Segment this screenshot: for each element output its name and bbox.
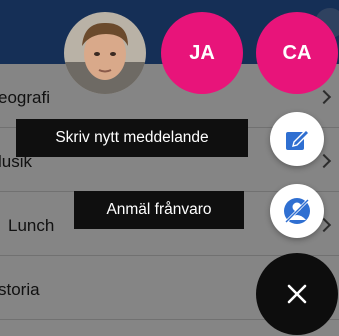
avatar-initials-ca[interactable]: CA	[256, 12, 338, 94]
profile-avatar[interactable]	[64, 12, 146, 94]
report-absence-text: Anmäl frånvaro	[106, 201, 212, 218]
avatar-initials-label: JA	[189, 41, 215, 64]
compose-icon	[286, 129, 310, 150]
absence-icon	[284, 198, 310, 224]
report-absence-button[interactable]	[270, 184, 324, 238]
compose-message-label[interactable]: Skriv nytt meddelande	[16, 119, 248, 157]
close-menu-button[interactable]	[256, 253, 338, 335]
avatar-initials-ja[interactable]: JA	[161, 12, 243, 94]
avatar-photo-icon	[64, 12, 146, 94]
compose-message-text: Skriv nytt meddelande	[55, 129, 209, 146]
compose-message-button[interactable]	[270, 112, 324, 166]
avatar-initials-label: CA	[282, 41, 312, 64]
close-icon	[287, 284, 307, 304]
report-absence-label[interactable]: Anmäl frånvaro	[74, 191, 244, 229]
